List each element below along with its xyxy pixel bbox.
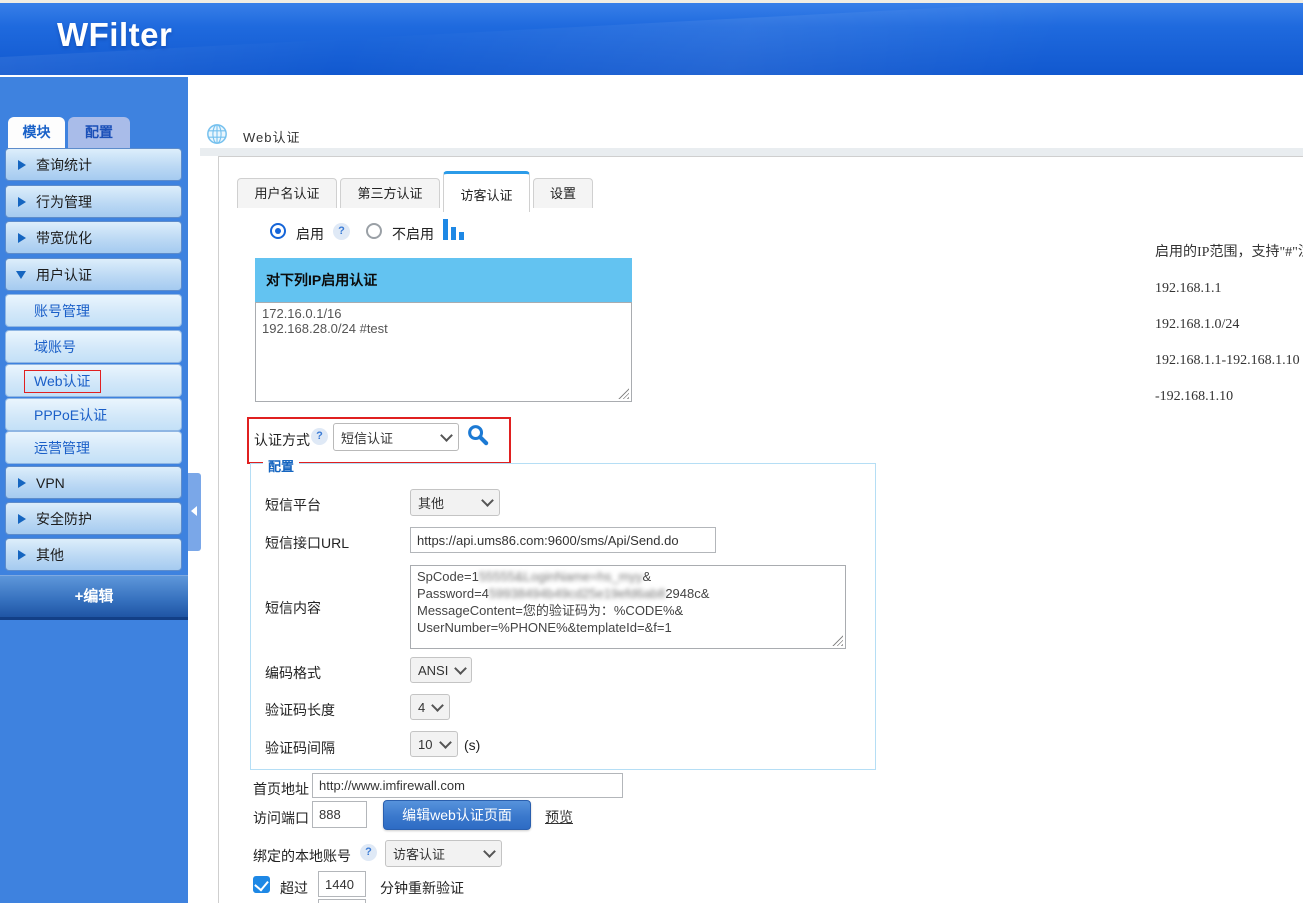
code-length-label: 验证码长度 [265, 700, 335, 720]
chevron-down-icon [481, 494, 494, 507]
check-icon [254, 877, 269, 892]
bind-account-select[interactable]: 访客认证 [385, 840, 502, 867]
sidebar-item-web-auth[interactable]: Web认证 [5, 364, 182, 397]
ip-list-header: 对下列IP启用认证 [255, 258, 632, 302]
auth-method-select[interactable]: 短信认证 [333, 423, 459, 451]
auth-method-help-icon[interactable]: ? [311, 428, 328, 445]
tab-guest-auth[interactable]: 访客认证 [443, 171, 530, 212]
enable-help-icon[interactable]: ? [333, 223, 350, 240]
disable-radio[interactable] [366, 223, 382, 239]
bind-account-label: 绑定的本地账号 [253, 846, 351, 866]
code-interval-unit: (s) [464, 737, 480, 753]
code-interval-select[interactable]: 10 [410, 731, 458, 757]
header-divider [200, 148, 1303, 156]
sidebar-item-other[interactable]: 其他 [5, 538, 182, 571]
sidebar-collapse-handle[interactable] [188, 473, 201, 551]
partial-input[interactable] [318, 899, 366, 903]
disable-label: 不启用 [392, 224, 434, 244]
sidebar-item-security[interactable]: 安全防护 [5, 502, 182, 535]
web-auth-highlight-box: Web认证 [24, 370, 101, 393]
config-legend-link[interactable]: 配置 [263, 456, 299, 475]
sidebar-edit-button[interactable]: +编辑 [0, 575, 188, 620]
globe-icon [206, 123, 228, 145]
sms-platform-label: 短信平台 [265, 495, 321, 515]
chevron-down-icon [483, 845, 496, 858]
port-input[interactable] [312, 801, 367, 828]
sidebar-item-bandwidth[interactable]: 带宽优化 [5, 221, 182, 254]
sms-url-label: 短信接口URL [265, 533, 349, 553]
triangle-right-icon [18, 478, 26, 488]
wfilter-app-window: WFilter 模块 配置 查询统计 行为管理 带宽优化 用户认证 账号管理 域… [0, 0, 1303, 903]
encoding-select[interactable]: ANSI [410, 657, 472, 683]
search-icon[interactable] [466, 423, 489, 446]
banner-top-line [0, 0, 1303, 3]
sms-content-label: 短信内容 [265, 598, 321, 618]
triangle-right-icon [18, 514, 26, 524]
enable-radio[interactable] [270, 223, 286, 239]
sidebar-item-user-auth[interactable]: 用户认证 [5, 258, 182, 291]
sidebar-item-query-stats[interactable]: 查询统计 [5, 148, 182, 181]
chevron-down-icon [431, 699, 444, 712]
chevron-down-icon [454, 662, 467, 675]
enable-label: 启用 [296, 224, 324, 244]
sms-content-box[interactable]: SpCode=155555&LoginName=hs_myy&Password=… [410, 565, 846, 649]
bar-chart-icon[interactable] [443, 218, 465, 240]
sidebar-item-operation-mgmt[interactable]: 运营管理 [5, 431, 182, 464]
tab-username-auth[interactable]: 用户名认证 [237, 178, 337, 208]
collapse-arrow-icon [191, 506, 197, 516]
triangle-right-icon [18, 233, 26, 243]
ip-list-textarea[interactable]: 172.16.0.1/16 192.168.28.0/24 #test [255, 302, 632, 402]
page-title: Web认证 [243, 127, 301, 146]
sidebar-item-account-mgmt[interactable]: 账号管理 [5, 294, 182, 327]
top-banner: WFilter [0, 0, 1303, 75]
bind-account-help-icon[interactable]: ? [360, 844, 377, 861]
homepage-input[interactable] [312, 773, 623, 798]
triangle-right-icon [18, 160, 26, 170]
auth-method-label: 认证方式 [254, 430, 310, 450]
edit-web-auth-page-button[interactable]: 编辑web认证页面 [383, 800, 531, 830]
timeout-input[interactable] [318, 871, 366, 897]
triangle-down-icon [16, 271, 26, 279]
code-length-select[interactable]: 4 [410, 694, 450, 720]
homepage-label: 首页地址 [253, 779, 309, 799]
chevron-down-icon [440, 429, 453, 442]
triangle-right-icon [18, 197, 26, 207]
code-interval-label: 验证码间隔 [265, 738, 335, 758]
sidebar-item-behavior[interactable]: 行为管理 [5, 185, 182, 218]
sidebar-item-domain-account[interactable]: 域账号 [5, 330, 182, 363]
sidebar-tab-modules[interactable]: 模块 [8, 117, 65, 148]
triangle-right-icon [18, 550, 26, 560]
wfilter-logo: WFilter [57, 16, 172, 54]
sms-platform-select[interactable]: 其他 [410, 489, 500, 516]
timeout-suffix: 分钟重新验证 [380, 878, 464, 898]
tab-thirdparty-auth[interactable]: 第三方认证 [340, 178, 440, 208]
sidebar-item-pppoe-auth[interactable]: PPPoE认证 [5, 398, 182, 431]
sms-url-input[interactable] [410, 527, 716, 553]
sidebar-item-vpn[interactable]: VPN [5, 466, 182, 499]
sidebar-tab-config[interactable]: 配置 [68, 117, 130, 148]
tab-settings[interactable]: 设置 [533, 178, 593, 208]
ip-help-text: 启用的IP范围，支持"#"注释。 192.168.1.1 192.168.1.0… [1155, 241, 1303, 421]
port-label: 访问端口 [253, 808, 309, 828]
timeout-checkbox[interactable] [253, 876, 270, 893]
chevron-down-icon [439, 736, 452, 749]
preview-link[interactable]: 预览 [545, 807, 573, 827]
encoding-label: 编码格式 [265, 663, 321, 683]
timeout-label: 超过 [280, 878, 308, 898]
